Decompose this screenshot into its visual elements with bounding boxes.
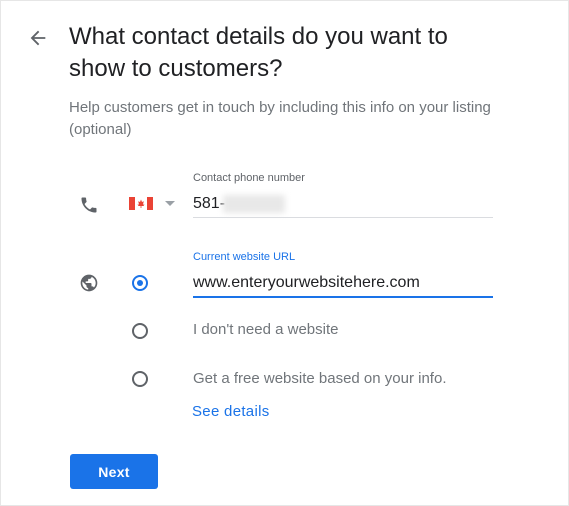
see-details-link[interactable]: See details xyxy=(192,403,270,420)
radio-current-website[interactable] xyxy=(132,275,148,291)
no-website-option-label[interactable]: I don't need a website xyxy=(193,321,338,338)
page-subtitle: Help customers get in touch by including… xyxy=(69,99,491,138)
radio-free-website[interactable] xyxy=(132,371,148,387)
globe-icon xyxy=(80,274,98,292)
page-title: What contact details do you want to show… xyxy=(69,23,448,82)
radio-no-website[interactable] xyxy=(132,323,148,339)
back-arrow-icon[interactable] xyxy=(27,27,49,49)
next-button[interactable]: Next xyxy=(70,454,158,489)
canada-flag-icon[interactable] xyxy=(129,197,153,210)
website-url-input[interactable] xyxy=(193,270,493,298)
phone-icon xyxy=(81,197,97,213)
contact-details-card: What contact details do you want to show… xyxy=(0,0,569,506)
phone-field-label: Contact phone number xyxy=(193,172,305,184)
country-dropdown-caret-icon[interactable] xyxy=(165,201,175,206)
website-field-label: Current website URL xyxy=(193,251,296,263)
free-website-option-label[interactable]: Get a free website based on your info. xyxy=(193,370,446,387)
redacted-phone-digits xyxy=(223,195,285,213)
